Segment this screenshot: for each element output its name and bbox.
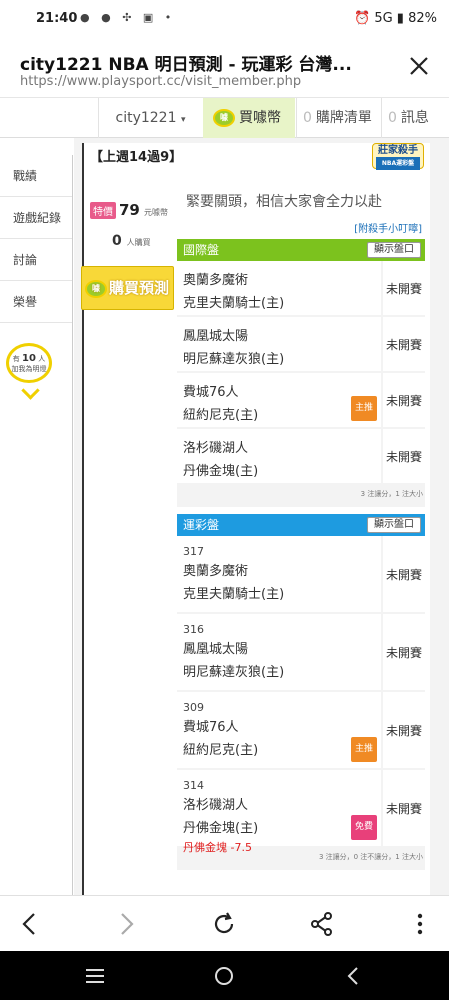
match-teams: 奧蘭多魔術克里夫蘭騎士(主) — [177, 261, 383, 315]
top-nav: city1221 ▾ 噱買噱幣 0 購牌清單 0 訊息 — [0, 98, 449, 138]
away-team: 鳳凰城太陽 — [183, 329, 249, 344]
away-team: 奧蘭多魔術 — [183, 273, 249, 288]
sidebar-item-game-log[interactable]: 遊戲紀錄 — [0, 197, 72, 239]
match-teams: 314 洛杉磯湖人丹佛金塊(主) 丹佛金塊 -7.5 免費 — [177, 770, 383, 854]
profile-main: 【上週14過9】 莊家殺手 NBA運彩盤 特價 79 元噱幣 0 人購買 噱購買預測… — [81, 143, 430, 895]
coin-icon: 噱 — [85, 279, 107, 298]
away-team: 費城76人 — [183, 720, 239, 735]
fans-lightbulb-icon[interactable]: 有 10 人加我為明燈 — [6, 343, 52, 383]
home-team: 克里夫蘭騎士(主) — [183, 296, 285, 311]
sale-tag: 特價 — [90, 202, 116, 219]
battery-level: ⏰ 5G ▮ 82% — [354, 11, 437, 26]
page-url: https://www.playsport.cc/visit_member.ph… — [20, 74, 302, 89]
weekly-record: 【上週14過9】 — [90, 150, 183, 165]
game-number: 317 — [183, 545, 204, 558]
system-navigation — [0, 951, 449, 1000]
price-info: 特價 79 元噱幣 — [90, 201, 168, 219]
custom-tab-header: city1221 NBA 明日預測 - 玩運彩 台灣... https://ww… — [0, 38, 449, 98]
coin-icon: 噱 — [213, 109, 235, 127]
home-team: 明尼蘇達灰狼(主) — [183, 665, 285, 680]
pick-chip: 免費 — [350, 815, 377, 840]
intl-panel: 國際盤 顯示盤口 奧蘭多魔術 克里夫蘭騎士(主) 未開賽 鳳凰城太陽 明尼蘇達灰狼(主) 未… — [177, 239, 425, 507]
home-team: 丹佛金塊(主) — [183, 821, 259, 836]
share-icon[interactable] — [306, 908, 338, 940]
sidebar-item-record[interactable]: 戰績 — [0, 155, 72, 197]
away-team: 洛杉磯湖人 — [183, 441, 249, 456]
recents-icon[interactable] — [84, 965, 106, 987]
away-team: 奧蘭多魔術 — [183, 564, 249, 579]
show-odds-button[interactable]: 顯示盤口 — [367, 517, 421, 533]
home-team: 紐約尼克(主) — [183, 743, 259, 758]
game-number: 314 — [183, 779, 204, 792]
match-row: 費城76人紐約尼克(主) 主推 未開賽 — [177, 373, 425, 429]
home-icon[interactable] — [213, 965, 235, 987]
away-team: 洛杉磯湖人 — [183, 798, 249, 813]
match-teams: 309 費城76人紐約尼克(主) 主推 — [177, 692, 383, 768]
match-teams: 洛杉磯湖人丹佛金塊(主) — [177, 429, 383, 483]
tip-link[interactable]: [附殺手小叮嚀] — [354, 220, 422, 235]
match-teams: 費城76人紐約尼克(主) 主推 — [177, 373, 383, 427]
close-icon[interactable] — [407, 54, 431, 78]
slogan: 緊要關頭，相信大家會全力以赴 — [186, 194, 382, 210]
intl-header: 國際盤 顯示盤口 — [177, 239, 425, 261]
match-row: 洛杉磯湖人 丹佛金塊(主) 未開賽 — [177, 429, 425, 485]
match-status: 未開賽 — [385, 723, 422, 738]
buy-coins-button[interactable]: 噱買噱幣 — [203, 98, 295, 138]
sidebar-item-honors[interactable]: 榮譽 — [0, 281, 72, 323]
back-icon[interactable] — [14, 908, 46, 940]
match-status: 未開賽 — [385, 337, 422, 352]
match-status: 未開賽 — [385, 567, 422, 582]
sports-panel: 運彩盤 顯示盤口 317 奧蘭多魔術克里夫蘭騎士(主) 未開賽 316 鳳凰城太陽明尼蘇達… — [177, 514, 425, 870]
match-row: 鳳凰城太陽 明尼蘇達灰狼(主) 未開賽 — [177, 317, 425, 373]
away-team: 鳳凰城太陽 — [183, 642, 249, 657]
game-number: 309 — [183, 701, 204, 714]
match-teams: 317 奧蘭多魔術克里夫蘭騎士(主) — [177, 536, 383, 612]
match-row: 奧蘭多魔術 克里夫蘭騎士(主) 未開賽 — [177, 261, 425, 317]
match-row: 317 奧蘭多魔術克里夫蘭騎士(主) 未開賽 — [177, 536, 425, 614]
free-pick: 丹佛金塊 -7.5 — [183, 841, 252, 854]
messages-link[interactable]: 0 訊息 — [381, 98, 449, 138]
system-back-icon[interactable] — [343, 965, 365, 987]
home-team: 克里夫蘭騎士(主) — [183, 587, 285, 602]
match-row: 314 洛杉磯湖人丹佛金塊(主) 丹佛金塊 -7.5 免費 未開賽 — [177, 770, 425, 854]
browser-toolbar — [0, 895, 449, 951]
match-status: 未開賽 — [385, 281, 422, 296]
game-number: 316 — [183, 623, 204, 636]
match-row: 316 鳳凰城太陽明尼蘇達灰狼(主) 未開賽 — [177, 614, 425, 692]
cart-link[interactable]: 0 購牌清單 — [296, 98, 380, 138]
match-teams: 316 鳳凰城太陽明尼蘇達灰狼(主) — [177, 614, 383, 690]
buyer-count: 0 人購買 — [112, 233, 151, 249]
away-team: 費城76人 — [183, 385, 239, 400]
match-status: 未開賽 — [385, 645, 422, 660]
user-menu[interactable]: city1221 ▾ — [98, 98, 202, 138]
killer-badge: 莊家殺手 NBA運彩盤 — [372, 143, 424, 170]
intl-summary: 3 注讓分，1 注大小 — [360, 490, 423, 498]
home-team: 丹佛金塊(主) — [183, 464, 259, 479]
match-status: 未開賽 — [385, 801, 422, 816]
sidebar: 戰績 遊戲紀錄 討論 榮譽 有 10 人加我為明燈 — [0, 155, 73, 895]
sports-header: 運彩盤 顯示盤口 — [177, 514, 425, 536]
buy-prediction-button[interactable]: 噱購買預測 — [81, 266, 174, 310]
match-status: 未開賽 — [385, 393, 422, 408]
clock: 21:40 — [36, 11, 78, 26]
pick-chip: 主推 — [350, 396, 377, 421]
status-bar: 21:40 ● ● ✣ ▣ • ⏰ 5G ▮ 82% — [0, 0, 449, 38]
show-odds-button[interactable]: 顯示盤口 — [367, 242, 421, 258]
pick-chip: 主推 — [350, 737, 377, 762]
match-teams: 鳳凰城太陽明尼蘇達灰狼(主) — [177, 317, 383, 371]
match-status: 未開賽 — [385, 449, 422, 464]
forward-icon[interactable] — [110, 908, 142, 940]
home-team: 紐約尼克(主) — [183, 408, 259, 423]
notification-icons: ● ● ✣ ▣ • — [80, 11, 176, 24]
caret-down-icon: ▾ — [180, 115, 186, 125]
reload-icon[interactable] — [208, 908, 240, 940]
page-title: city1221 NBA 明日預測 - 玩運彩 台灣... — [20, 55, 352, 75]
home-team: 明尼蘇達灰狼(主) — [183, 352, 285, 367]
match-row: 309 費城76人紐約尼克(主) 主推 未開賽 — [177, 692, 425, 770]
more-menu-icon[interactable] — [404, 908, 436, 940]
sidebar-item-discussion[interactable]: 討論 — [0, 239, 72, 281]
